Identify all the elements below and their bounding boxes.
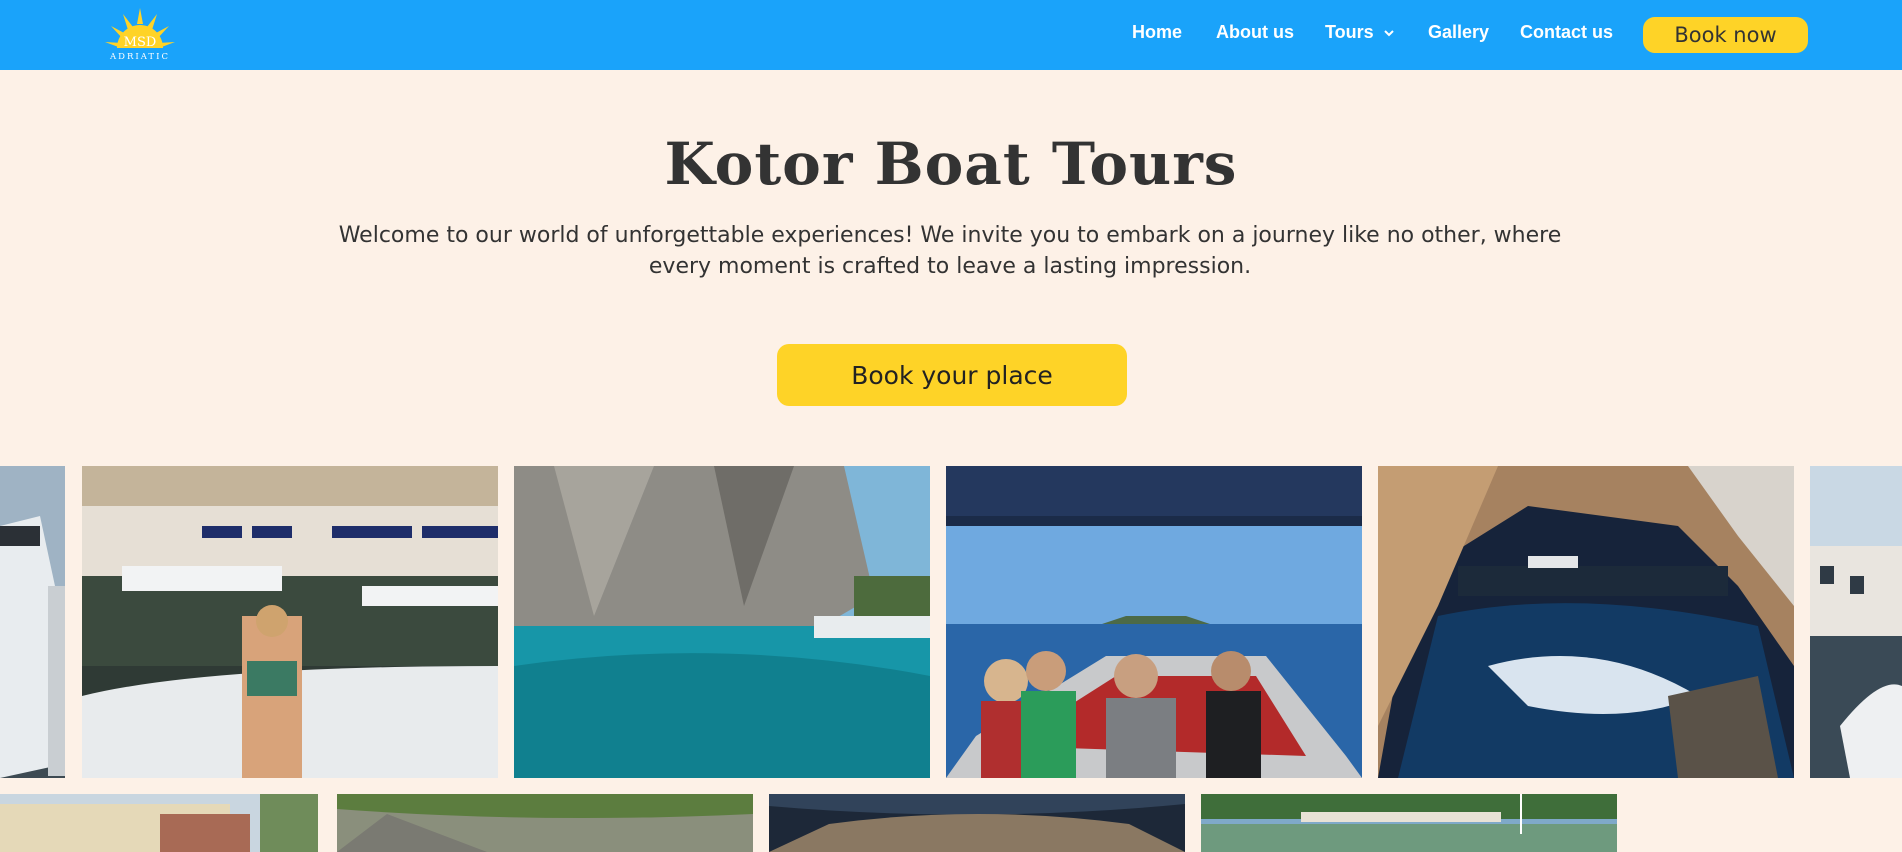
- logo-text-msd: MSD: [124, 35, 157, 50]
- nav-tours[interactable]: Tours: [1325, 22, 1396, 43]
- book-now-button[interactable]: Book now: [1643, 17, 1808, 53]
- sea-cave-photo[interactable]: [1378, 466, 1794, 778]
- nav-tours-label: Tours: [1325, 22, 1374, 42]
- cave-interior-photo[interactable]: [769, 794, 1185, 852]
- passengers-on-speedboat-photo[interactable]: [946, 466, 1362, 778]
- nav-home[interactable]: Home: [1132, 22, 1182, 43]
- nav-about-us[interactable]: About us: [1216, 22, 1294, 43]
- navbar: MSD ADRIATIC Home About us Tours Gallery…: [0, 0, 1902, 70]
- cliff-turquoise-water-photo[interactable]: [514, 466, 930, 778]
- nav-contact-us[interactable]: Contact us: [1520, 22, 1613, 43]
- page-title: Kotor Boat Tours: [664, 130, 1238, 198]
- rocky-coast-photo[interactable]: [337, 794, 753, 852]
- msd-adriatic-logo[interactable]: MSD ADRIATIC: [95, 6, 185, 64]
- nav-gallery[interactable]: Gallery: [1428, 22, 1489, 43]
- hero-description: Welcome to our world of unforgettable ex…: [338, 223, 1562, 279]
- sun-logo-icon: MSD ADRIATIC: [105, 8, 175, 62]
- chevron-down-icon: [1383, 30, 1394, 37]
- woman-on-boat-photo[interactable]: [82, 466, 498, 778]
- logo-text-adriatic: ADRIATIC: [109, 52, 170, 62]
- lakeside-town-photo[interactable]: [1201, 794, 1617, 852]
- harbor-edge-photo[interactable]: [1810, 466, 1902, 778]
- boat-marina-photo[interactable]: [0, 466, 65, 778]
- villa-photo[interactable]: [0, 794, 318, 852]
- book-your-place-button[interactable]: Book your place: [777, 344, 1127, 406]
